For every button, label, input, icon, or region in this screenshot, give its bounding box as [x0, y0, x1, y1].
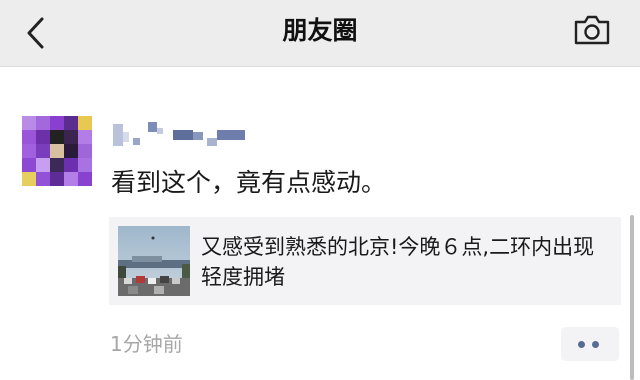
camera-button[interactable]: [573, 13, 611, 47]
post-timestamp: 1分钟前: [110, 332, 183, 356]
avatar[interactable]: [22, 116, 92, 186]
dot-icon: [578, 341, 585, 348]
link-thumbnail: [118, 226, 190, 296]
page-title: 朋友圈: [282, 16, 358, 45]
more-button[interactable]: [561, 327, 619, 361]
dot-icon: [592, 341, 599, 348]
navigation-bar: 朋友圈: [0, 0, 640, 67]
nickname-blurred[interactable]: [113, 118, 263, 152]
scrollbar[interactable]: [630, 215, 634, 380]
shared-link-card[interactable]: 又感受到熟悉的北京!今晚６点,二环内出现轻度拥堵: [109, 217, 621, 305]
post-text: 看到这个，竟有点感动。: [111, 168, 387, 197]
camera-icon: [574, 15, 610, 45]
link-title: 又感受到熟悉的北京!今晚６点,二环内出现轻度拥堵: [201, 235, 595, 289]
